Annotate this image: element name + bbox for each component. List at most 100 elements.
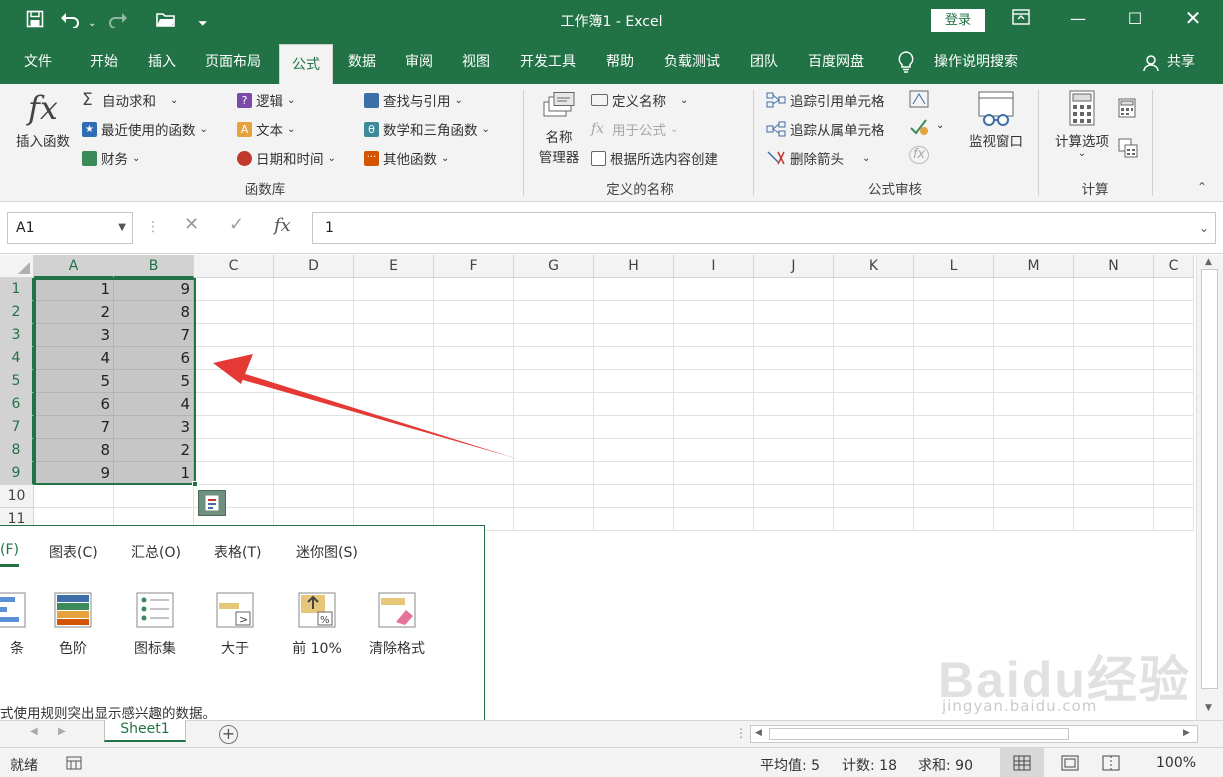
cell[interactable] xyxy=(194,439,274,462)
cell[interactable] xyxy=(434,416,514,439)
cell[interactable] xyxy=(594,347,674,370)
cell[interactable] xyxy=(914,370,994,393)
cell[interactable] xyxy=(834,485,914,508)
cell[interactable] xyxy=(514,485,594,508)
cell[interactable] xyxy=(674,462,754,485)
cell[interactable] xyxy=(514,370,594,393)
autosum-button[interactable]: Σ 自动求和 ⌄ xyxy=(82,90,178,110)
tab-page-layout[interactable]: 页面布局 xyxy=(194,42,272,84)
cell[interactable] xyxy=(834,324,914,347)
cell[interactable] xyxy=(754,485,834,508)
share-button[interactable]: 共享 xyxy=(1161,42,1201,84)
cell[interactable] xyxy=(194,301,274,324)
cell[interactable] xyxy=(674,324,754,347)
cell[interactable] xyxy=(274,439,354,462)
cell[interactable] xyxy=(994,439,1074,462)
cell[interactable]: 6 xyxy=(114,347,194,370)
page-layout-view-icon[interactable] xyxy=(1061,755,1079,775)
cell[interactable] xyxy=(514,301,594,324)
cell[interactable] xyxy=(594,370,674,393)
cell[interactable] xyxy=(354,301,434,324)
name-box[interactable]: A1 ▼ xyxy=(7,212,133,244)
cell[interactable] xyxy=(914,324,994,347)
cell[interactable]: 9 xyxy=(114,278,194,301)
scroll-down-icon[interactable]: ▼ xyxy=(1205,703,1212,713)
cell[interactable] xyxy=(434,347,514,370)
cell[interactable] xyxy=(1074,393,1154,416)
cell[interactable] xyxy=(274,301,354,324)
cell[interactable]: 7 xyxy=(114,324,194,347)
cell[interactable] xyxy=(674,393,754,416)
cell[interactable] xyxy=(1074,347,1154,370)
cell[interactable] xyxy=(914,347,994,370)
select-all-corner[interactable] xyxy=(0,255,34,278)
cell[interactable] xyxy=(594,485,674,508)
column-header[interactable]: B xyxy=(114,255,194,278)
cell[interactable] xyxy=(514,347,594,370)
cell[interactable]: 2 xyxy=(114,439,194,462)
column-header[interactable]: L xyxy=(914,255,994,278)
cell[interactable]: 7 xyxy=(34,416,114,439)
horizontal-scroll-thumb[interactable] xyxy=(769,728,1069,740)
cell[interactable] xyxy=(834,370,914,393)
cell[interactable] xyxy=(194,347,274,370)
cell[interactable] xyxy=(594,439,674,462)
qa-option-clear-format[interactable]: 清除格式 xyxy=(362,592,432,658)
column-header[interactable]: D xyxy=(274,255,354,278)
column-header[interactable]: N xyxy=(1074,255,1154,278)
cell[interactable] xyxy=(114,485,194,508)
cell[interactable]: 8 xyxy=(114,301,194,324)
add-sheet-icon[interactable]: + xyxy=(219,725,238,744)
chevron-down-icon[interactable]: ⌄ xyxy=(936,120,944,131)
enter-icon[interactable]: ✓ xyxy=(229,214,244,235)
close-icon[interactable]: ✕ xyxy=(1173,6,1213,30)
quick-analysis-button[interactable] xyxy=(198,490,226,516)
login-button[interactable]: 登录 xyxy=(931,9,985,32)
cell[interactable] xyxy=(434,485,514,508)
define-name-button[interactable]: 定义名称 ⌄ xyxy=(591,90,688,110)
remove-arrows-button[interactable]: 删除箭头 ⌄ xyxy=(766,148,870,168)
cell[interactable] xyxy=(34,485,114,508)
scroll-right-icon[interactable]: ▶ xyxy=(1183,728,1190,738)
cell[interactable] xyxy=(274,485,354,508)
cell[interactable] xyxy=(834,393,914,416)
lookup-button[interactable]: 查找与引用 ⌄ xyxy=(364,90,463,110)
cell[interactable] xyxy=(754,462,834,485)
financial-button[interactable]: 财务 ⌄ xyxy=(82,148,140,168)
calculate-sheet-icon[interactable] xyxy=(1118,138,1138,162)
cell[interactable]: 6 xyxy=(34,393,114,416)
cell[interactable] xyxy=(1154,324,1194,347)
cell[interactable] xyxy=(594,462,674,485)
cell[interactable] xyxy=(354,462,434,485)
normal-view-button[interactable] xyxy=(1000,748,1044,777)
tell-me-search[interactable]: 操作说明搜索 xyxy=(924,42,1028,84)
cell[interactable]: 3 xyxy=(34,324,114,347)
cell[interactable]: 9 xyxy=(34,462,114,485)
cell[interactable] xyxy=(354,416,434,439)
cell[interactable] xyxy=(514,324,594,347)
cell[interactable] xyxy=(914,439,994,462)
cell[interactable] xyxy=(274,324,354,347)
column-header[interactable]: K xyxy=(834,255,914,278)
column-header[interactable]: A xyxy=(34,255,114,278)
qa-tab-totals[interactable]: 汇总(O) xyxy=(131,542,181,562)
minimize-icon[interactable]: — xyxy=(1058,9,1098,28)
row-header[interactable]: 6 xyxy=(0,393,34,416)
cell[interactable] xyxy=(274,393,354,416)
cell[interactable] xyxy=(994,485,1074,508)
cell[interactable] xyxy=(594,324,674,347)
cell[interactable] xyxy=(674,347,754,370)
sheet-tab-active[interactable]: Sheet1 xyxy=(104,720,186,742)
cell[interactable]: 3 xyxy=(114,416,194,439)
cell[interactable] xyxy=(1074,278,1154,301)
cell[interactable] xyxy=(1074,301,1154,324)
cell[interactable]: 1 xyxy=(34,278,114,301)
cell[interactable] xyxy=(834,278,914,301)
calculate-now-icon[interactable] xyxy=(1118,98,1136,122)
cell[interactable] xyxy=(994,462,1074,485)
cell[interactable] xyxy=(514,278,594,301)
cell[interactable] xyxy=(914,278,994,301)
qa-tab-sparklines[interactable]: 迷你图(S) xyxy=(296,542,358,562)
cell[interactable] xyxy=(194,462,274,485)
logical-button[interactable]: ? 逻辑 ⌄ xyxy=(237,90,295,110)
